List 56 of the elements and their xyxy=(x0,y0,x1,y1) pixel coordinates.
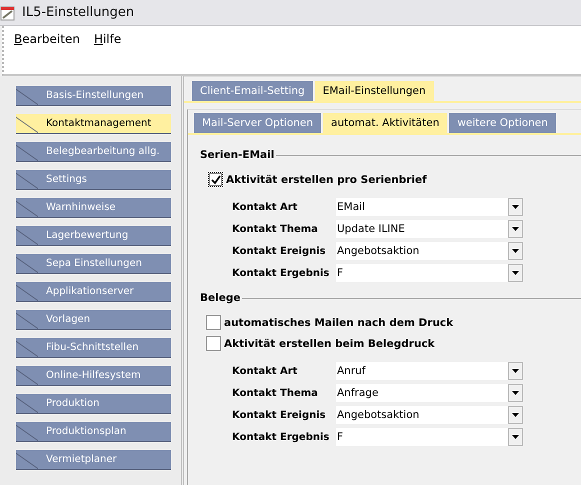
checkbox-label: Aktivität erstellen pro Serienbrief xyxy=(226,174,427,186)
sidebar-item[interactable]: Vermietplaner xyxy=(16,450,171,470)
sidebar-item[interactable]: Settings xyxy=(16,170,171,190)
caret-icon xyxy=(512,205,519,209)
sidebar-item[interactable]: Basis-Einstellungen xyxy=(16,86,171,106)
checkmark-icon xyxy=(210,174,220,184)
dropdown[interactable]: Anfrage xyxy=(336,384,523,402)
sidebar-item[interactable]: Vorlagen xyxy=(16,310,171,330)
caret-icon xyxy=(512,271,519,275)
field-label: Kontakt Ergebnis xyxy=(232,268,330,278)
section-title: Serien-EMail xyxy=(200,149,274,161)
dropdown[interactable]: EMail xyxy=(336,198,523,216)
caret-icon xyxy=(512,435,519,439)
field-label: Kontakt Ereignis xyxy=(232,246,327,256)
caret-icon xyxy=(512,391,519,395)
sidebar-item[interactable]: Sepa Einstellungen xyxy=(16,254,171,274)
tab[interactable]: automat. Aktivitäten xyxy=(323,113,448,133)
dropdown[interactable]: Update ILINE xyxy=(336,220,523,238)
caret-icon xyxy=(512,227,519,231)
sidebar-item[interactable]: Lagerbewertung xyxy=(16,226,171,246)
field-label: Kontakt Art xyxy=(232,366,298,376)
sidebar-item[interactable]: Applikationserver xyxy=(16,282,171,302)
checkbox[interactable] xyxy=(206,315,221,330)
window-title: IL5-Einstellungen xyxy=(22,5,134,20)
checkbox-label: automatisches Mailen nach dem Druck xyxy=(224,316,454,328)
sidebar-item[interactable]: Fibu-Schnittstellen xyxy=(16,338,171,358)
menu-item[interactable]: Bearbeiten xyxy=(14,32,80,46)
sidebar-item[interactable]: Kontaktmanagement xyxy=(16,114,171,134)
section-title: Belege xyxy=(200,292,240,304)
tab[interactable]: Mail-Server Optionen xyxy=(194,113,322,133)
sidebar-item[interactable]: Online-Hilfesystem xyxy=(16,366,171,386)
field-label: Kontakt Ergebnis xyxy=(232,432,330,442)
field-label: Kontakt Art xyxy=(232,202,298,212)
menu-item[interactable]: Hilfe xyxy=(94,32,122,46)
sidebar-item[interactable]: Belegbearbeitung allg. xyxy=(16,142,171,162)
caret-icon xyxy=(512,249,519,253)
sidebar-item[interactable]: Warnhinweise xyxy=(16,198,171,218)
tab[interactable]: EMail-Einstellungen xyxy=(314,81,434,101)
caret-icon xyxy=(512,369,519,373)
dropdown[interactable]: Angebotsaktion xyxy=(336,242,523,260)
tab[interactable]: weitere Optionen xyxy=(449,113,556,133)
dropdown[interactable]: F xyxy=(336,264,523,282)
field-label: Kontakt Ereignis xyxy=(232,410,327,420)
sidebar-item[interactable]: Produktionsplan xyxy=(16,422,171,442)
caret-icon xyxy=(512,413,519,417)
field-label: Kontakt Thema xyxy=(232,388,319,398)
checkbox[interactable] xyxy=(208,172,223,187)
tab[interactable]: Client-Email-Setting xyxy=(192,81,313,101)
dropdown[interactable]: F xyxy=(336,428,523,446)
checkbox-label: Aktivität erstellen beim Belegdruck xyxy=(224,338,435,350)
field-label: Kontakt Thema xyxy=(232,224,319,234)
checkbox[interactable] xyxy=(206,336,221,351)
dropdown[interactable]: Angebotsaktion xyxy=(336,406,523,424)
dropdown[interactable]: Anruf xyxy=(336,362,523,380)
sidebar-item[interactable]: Produktion xyxy=(16,394,171,414)
app-icon xyxy=(0,4,16,20)
